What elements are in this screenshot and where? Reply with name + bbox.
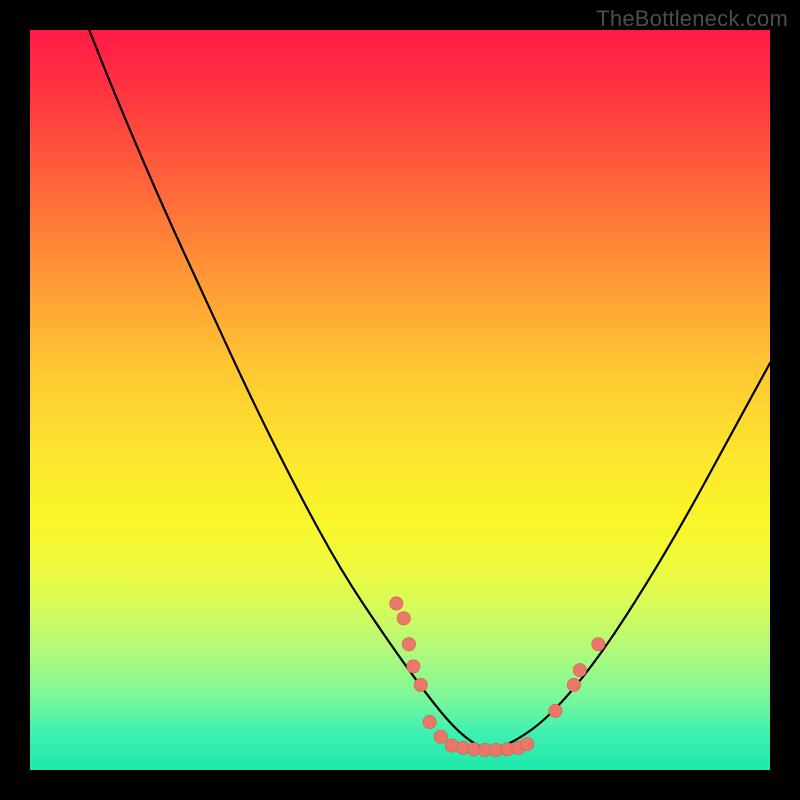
chart-svg bbox=[30, 30, 770, 770]
bottleneck-curve bbox=[89, 30, 770, 748]
data-point bbox=[414, 678, 427, 691]
data-point bbox=[573, 663, 586, 676]
data-point bbox=[423, 715, 436, 728]
data-point bbox=[567, 678, 580, 691]
watermark-text: TheBottleneck.com bbox=[596, 6, 788, 32]
data-point bbox=[397, 612, 410, 625]
data-point bbox=[407, 660, 420, 673]
data-point bbox=[549, 704, 562, 717]
data-point bbox=[402, 638, 415, 651]
data-point bbox=[434, 730, 447, 743]
data-point bbox=[390, 597, 403, 610]
data-point bbox=[592, 638, 605, 651]
data-point bbox=[521, 737, 534, 750]
data-points bbox=[390, 597, 605, 757]
